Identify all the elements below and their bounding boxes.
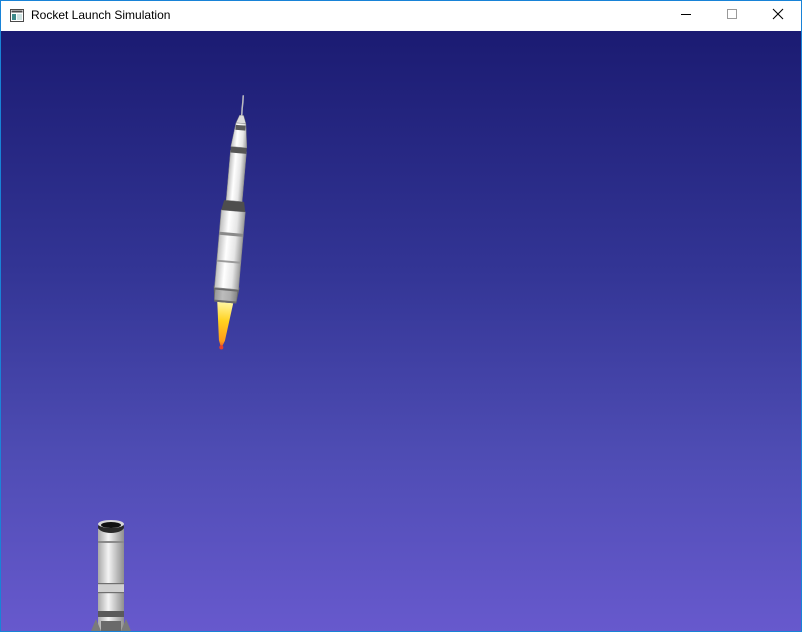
maximize-button[interactable] <box>709 1 755 31</box>
window-title: Rocket Launch Simulation <box>31 8 171 22</box>
minimize-button[interactable] <box>663 1 709 31</box>
app-window-icon <box>10 9 24 22</box>
close-icon <box>772 7 784 25</box>
app-window: Rocket Launch Simulation <box>0 0 802 632</box>
maximize-icon <box>726 7 738 25</box>
simulation-viewport[interactable] <box>1 31 801 631</box>
rocket-exhaust-flame <box>217 301 234 349</box>
rocket <box>213 95 248 350</box>
minimize-icon <box>680 7 692 25</box>
close-button[interactable] <box>755 1 801 31</box>
title-bar[interactable]: Rocket Launch Simulation <box>1 1 801 31</box>
launch-tower <box>91 520 131 631</box>
scene-canvas <box>91 95 248 631</box>
